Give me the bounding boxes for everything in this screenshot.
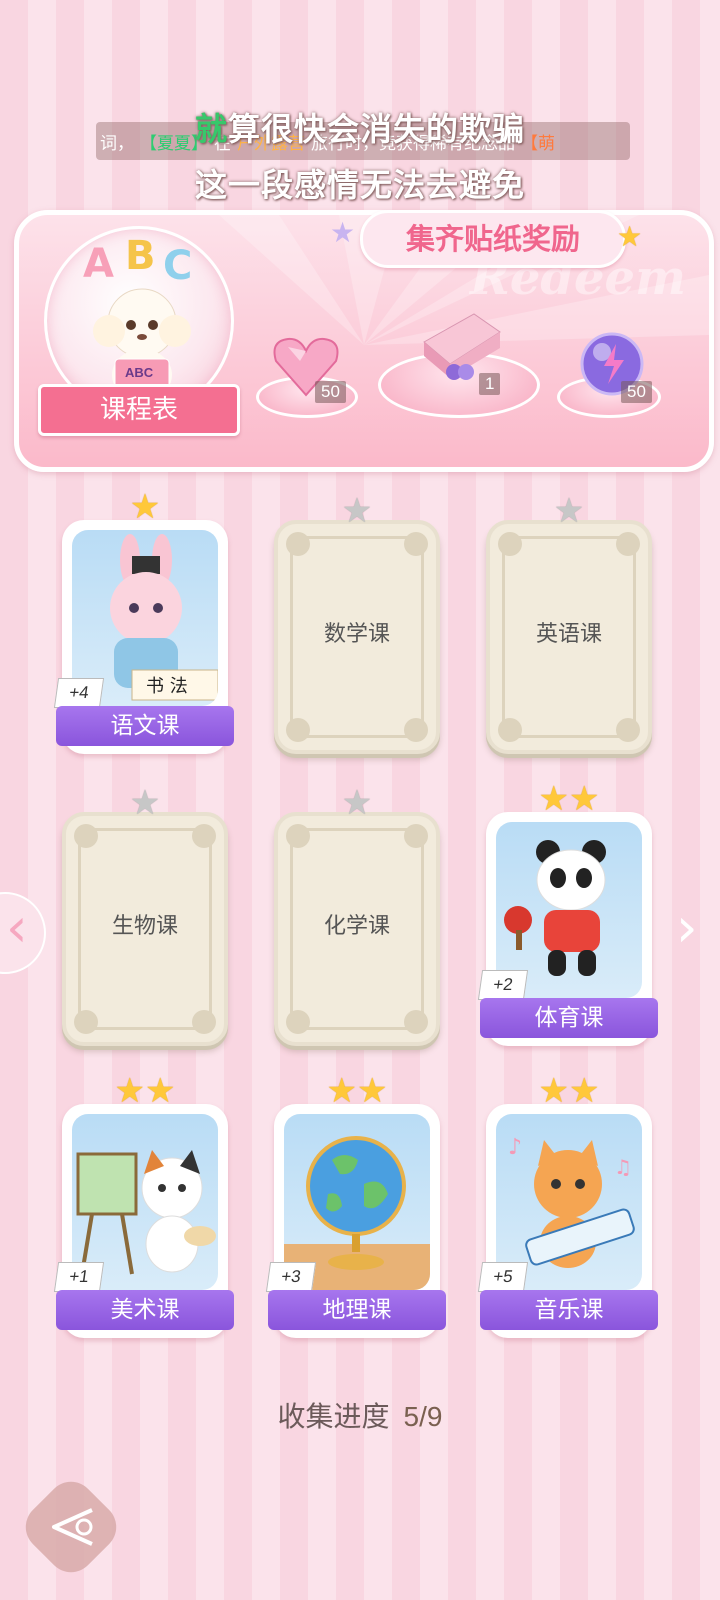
heart-gem-count: 50	[315, 381, 346, 403]
card-corner	[286, 1010, 310, 1034]
star-icon: ★	[129, 783, 161, 823]
star-icon: ★	[538, 1071, 569, 1111]
next-page-button[interactable]: ›	[676, 896, 698, 959]
card-chinese[interactable]: ★ 书 法 +4 语文课	[53, 490, 234, 754]
card-corner	[616, 718, 640, 742]
card-title: 生物课	[111, 914, 178, 939]
svg-text:♪: ♪	[508, 1135, 522, 1160]
card-music[interactable]: ★★ ♪ ♫ +5 音乐课	[477, 1074, 658, 1338]
star-icon: ★	[341, 783, 373, 823]
star-icon: ★	[538, 779, 569, 819]
chevron-right-icon: ›	[676, 896, 698, 959]
card-corner	[286, 824, 310, 848]
card-title: 地理课	[268, 1290, 446, 1330]
card-stars: ★	[66, 786, 224, 820]
back-arrow-icon	[52, 1508, 93, 1546]
star-icon: ★	[617, 220, 643, 253]
star-icon: ★	[330, 216, 356, 249]
prev-page-button[interactable]: ‹	[0, 892, 46, 974]
card-biology[interactable]: ★ 生物课	[62, 786, 228, 1046]
star-icon: ★	[341, 491, 373, 531]
card-corner	[286, 532, 310, 556]
card-chemistry[interactable]: ★ 化学课	[274, 786, 440, 1046]
bonus-badge: +5	[477, 1262, 529, 1292]
card-title: 数学课	[323, 622, 390, 647]
card-stars: ★★	[62, 1074, 228, 1108]
banner-title: 集齐贴纸奖励	[360, 210, 626, 268]
schedule-button[interactable]: 课程表	[38, 384, 240, 436]
star-icon: ★	[129, 487, 161, 527]
star-icon: ★	[569, 779, 600, 819]
card-corner	[498, 532, 522, 556]
card-corner	[286, 718, 310, 742]
progress-value: 5/9	[403, 1401, 443, 1432]
card-title: 化学课	[323, 914, 390, 939]
card-stars: ★★	[486, 1074, 652, 1108]
card-corner	[74, 824, 98, 848]
card-corner	[404, 718, 428, 742]
svg-text:书 法: 书 法	[146, 676, 188, 697]
card-corner	[404, 532, 428, 556]
card-stars: ★	[62, 490, 228, 524]
star-icon: ★	[326, 1071, 357, 1111]
card-corner	[192, 824, 216, 848]
star-icon: ★	[569, 1071, 600, 1111]
lyric-line-2: 这一段感情无法去避免	[194, 166, 525, 204]
card-title: 美术课	[56, 1290, 234, 1330]
card-geography[interactable]: ★★ +3 地理课	[265, 1074, 446, 1338]
chevron-left-icon: ‹	[6, 896, 28, 959]
bonus-badge: +1	[53, 1262, 105, 1292]
card-stars: ★★	[486, 782, 652, 816]
lyric-line-1: 就算很快会消失的欺骗	[0, 104, 720, 150]
abc-letter-b: B	[125, 233, 156, 279]
card-corner	[498, 718, 522, 742]
card-stars: ★	[278, 786, 436, 820]
card-title: 英语课	[535, 622, 602, 647]
book-label: ABC	[125, 365, 154, 380]
card-corner	[404, 1010, 428, 1034]
energy-orb-count: 50	[621, 381, 652, 403]
card-stars: ★★	[274, 1074, 440, 1108]
card-math[interactable]: ★ 数学课	[274, 494, 440, 754]
gift-box-count: 1	[479, 373, 501, 395]
star-icon: ★	[114, 1071, 145, 1111]
star-icon: ★	[145, 1071, 176, 1111]
card-title: 语文课	[56, 706, 234, 746]
star-icon: ★	[357, 1071, 388, 1111]
bonus-badge: +2	[477, 970, 529, 1000]
collection-progress: 收集进度 5/9	[0, 1395, 720, 1435]
progress-label: 收集进度	[277, 1401, 390, 1432]
card-pe[interactable]: ★★ +2 体育课	[477, 782, 658, 1046]
card-corner	[74, 1010, 98, 1034]
card-title: 体育课	[480, 998, 658, 1038]
card-art[interactable]: ★★ +1 美术课	[53, 1074, 234, 1338]
star-icon: ★	[553, 491, 585, 531]
bonus-badge: +3	[265, 1262, 317, 1292]
bonus-badge: +4	[53, 678, 105, 708]
lyric-line-1-text: 算很快会消失的欺骗	[228, 110, 526, 148]
card-corner	[192, 1010, 216, 1034]
card-stars: ★	[490, 494, 648, 528]
card-title: 音乐课	[480, 1290, 658, 1330]
card-corner	[616, 532, 640, 556]
svg-text:♫: ♫	[614, 1155, 632, 1179]
lyric-highlight: 就	[194, 110, 228, 148]
card-corner	[404, 824, 428, 848]
card-stars: ★	[278, 494, 436, 528]
card-english[interactable]: ★ 英语课	[486, 494, 652, 754]
